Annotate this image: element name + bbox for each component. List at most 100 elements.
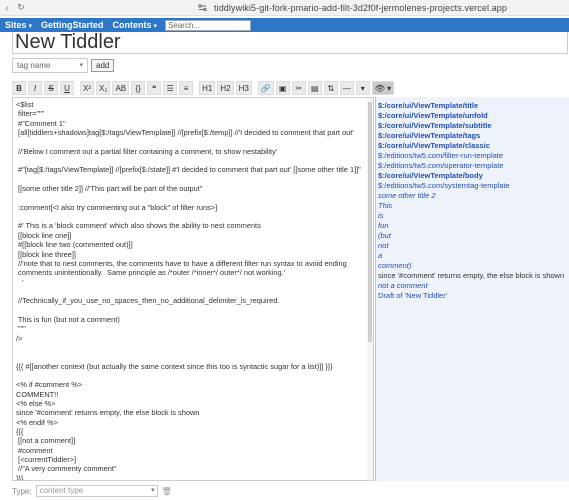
back-icon[interactable]: ‹ (0, 3, 14, 13)
tag-name-input[interactable]: tag name ▾ (12, 57, 88, 73)
link-button[interactable]: 🔗 (257, 81, 274, 95)
menu-contents-label: Contents (112, 20, 152, 30)
editor-line: ' (16, 277, 24, 287)
heading-2-button[interactable]: H2 (217, 81, 234, 95)
code-block-button[interactable]: {} (131, 81, 146, 95)
tag-name-placeholder: tag name (17, 60, 51, 70)
preview-link[interactable]: $:/core/ui/ViewTemplate/unfold (378, 111, 567, 121)
editor-line: [all[tiddlers+shadows]tag[$:/tags/ViewTe… (16, 128, 354, 138)
editor-scroll-thumb[interactable] (368, 102, 372, 342)
add-tag-button[interactable]: add (91, 58, 115, 72)
preview-panel: $:/core/ui/ViewTemplate/title $:/core/ui/… (375, 97, 569, 481)
underline-button[interactable]: U (60, 81, 74, 95)
site-settings-icon[interactable] (196, 2, 208, 14)
preview-link[interactable]: $:/editions/tw5.com/operator-template (378, 161, 567, 171)
trash-icon[interactable]: 🗑 (162, 487, 172, 496)
menu-contents[interactable]: Contents ▾ (113, 20, 158, 30)
content-type-placeholder: content type (39, 486, 84, 495)
editor-line: [[not a comment]] (16, 436, 76, 446)
top-menu-bar: Sites ▾ GettingStarted Contents ▾ Search..… (0, 18, 569, 32)
excise-button[interactable]: ✂ (291, 81, 306, 95)
editor-line: #"Comment 1" (16, 118, 66, 128)
bullet-list-button[interactable]: ☰ (163, 81, 178, 95)
editor-text-lines: <$list filter=""" #"Comment 1" [all[tidd… (16, 100, 371, 480)
heading-1-button[interactable]: H1 (199, 81, 216, 95)
url-text[interactable]: tiddlywiki5-git-fork-pmario-add-filt-3d2… (214, 3, 507, 13)
menu-getting-started-label: GettingStarted (41, 20, 104, 30)
more-button[interactable]: ▾ (355, 81, 370, 95)
italic-button[interactable]: I (28, 81, 42, 95)
monospace-button[interactable]: AB (112, 81, 130, 95)
numbered-list-button[interactable]: ≡ (179, 81, 194, 95)
preview-text: since '#comment' returns empty, the else… (378, 271, 565, 280)
text-editor[interactable]: <$list filter=""" #"Comment 1" [all[tidd… (12, 97, 374, 481)
superscript-button[interactable]: X² (80, 81, 94, 95)
editor-scrollbar[interactable] (367, 98, 373, 480)
editor-line: #comment (16, 445, 53, 455)
editor-line: //Technically_if_you_use_no_spaces_then_… (16, 296, 280, 306)
strikethrough-button[interactable]: S (44, 81, 58, 95)
editor-line: This is fun (but not a comment) (16, 314, 120, 324)
preview-text: is (378, 211, 384, 220)
preview-link[interactable]: $:/core/ui/ViewTemplate/tags (378, 131, 567, 141)
editor-line: #' This is a 'block comment' which also … (16, 221, 261, 231)
preview-text: comment) (378, 261, 412, 270)
menu-getting-started[interactable]: GettingStarted (41, 20, 104, 30)
preview-toggle-button[interactable]: 👁 ▾ (371, 81, 395, 95)
editor-line: {{{ #[[another context (but actually the… (16, 361, 333, 371)
editor-toolbar: B I S U X² X₂ AB{} ❝ ☰ ≡ H1 H2 H3 🔗 ▣ ✂ ▤ ⇅ — ▾ 👁 ▾ (12, 79, 568, 97)
quote-button[interactable]: ❝ (147, 81, 162, 95)
type-row: Type: content type ▾ 🗑 (12, 485, 172, 497)
editor-line: since '#comment' returns empty, the else… (16, 408, 200, 418)
rule-button[interactable]: — (339, 81, 354, 95)
preview-text: not a comment (378, 281, 428, 290)
editor-line: <% endif %> (16, 417, 58, 427)
editor-line: :comment[<I also try commenting out a "b… (16, 202, 218, 212)
editor-line: filter=""" (16, 109, 45, 119)
preview-text: some other title 2 (378, 191, 436, 200)
editor-line: [[block line three]] (16, 249, 76, 259)
editor-line: COMMENT!! (16, 389, 59, 399)
editor-line: {{{ (16, 427, 24, 437)
editor-line: [[some other title 2]] //'This part will… (16, 184, 203, 194)
preview-text: a (378, 251, 383, 260)
heading-3-button[interactable]: H3 (235, 81, 252, 95)
picture-button[interactable]: ▤ (307, 81, 322, 95)
chevron-down-icon: ▾ (153, 23, 158, 30)
preview-text: not (378, 241, 389, 250)
reload-icon[interactable]: ↻ (14, 2, 28, 13)
editor-line: //"A very commenty comment" (16, 464, 117, 474)
editor-line: /> (16, 333, 23, 343)
preview-link[interactable]: $:/core/ui/ViewTemplate/subtitle (378, 121, 567, 131)
preview-link[interactable]: $:/core/ui/ViewTemplate/classic (378, 141, 567, 151)
subscript-button[interactable]: X₂ (96, 81, 111, 95)
preview-text: This (378, 201, 393, 210)
preview-link[interactable]: $:/editions/tw5.com/filter-run-template (378, 151, 567, 161)
search-input[interactable]: Search... (165, 19, 252, 31)
tag-row: tag name ▾ add (12, 57, 115, 73)
preview-link[interactable]: Draft of 'New Tiddler' (378, 291, 567, 301)
stamp-button[interactable]: ⇅ (323, 81, 338, 95)
browser-address-bar: ‹ ↻ tiddlywiki5-git-fork-pmario-add-filt… (0, 0, 569, 16)
menu-sites[interactable]: Sites ▾ (5, 20, 32, 30)
chevron-down-icon[interactable]: ▾ (151, 486, 155, 496)
chevron-down-icon[interactable]: ▾ (79, 59, 83, 72)
bold-button[interactable]: B (12, 81, 26, 95)
editor-line: <% else %> (16, 399, 56, 408)
image-button[interactable]: ▣ (275, 81, 290, 95)
tiddler-title-input[interactable]: New Tiddler (12, 32, 568, 54)
preview-link[interactable]: $:/core/ui/ViewTemplate/body (378, 171, 567, 181)
preview-link[interactable]: $:/editions/tw5.com/systemtag-template (378, 181, 567, 191)
editor-line: <$list (16, 100, 34, 109)
preview-link[interactable]: $:/core/ui/ViewTemplate/title (378, 101, 567, 111)
content-type-input[interactable]: content type ▾ (35, 485, 158, 497)
